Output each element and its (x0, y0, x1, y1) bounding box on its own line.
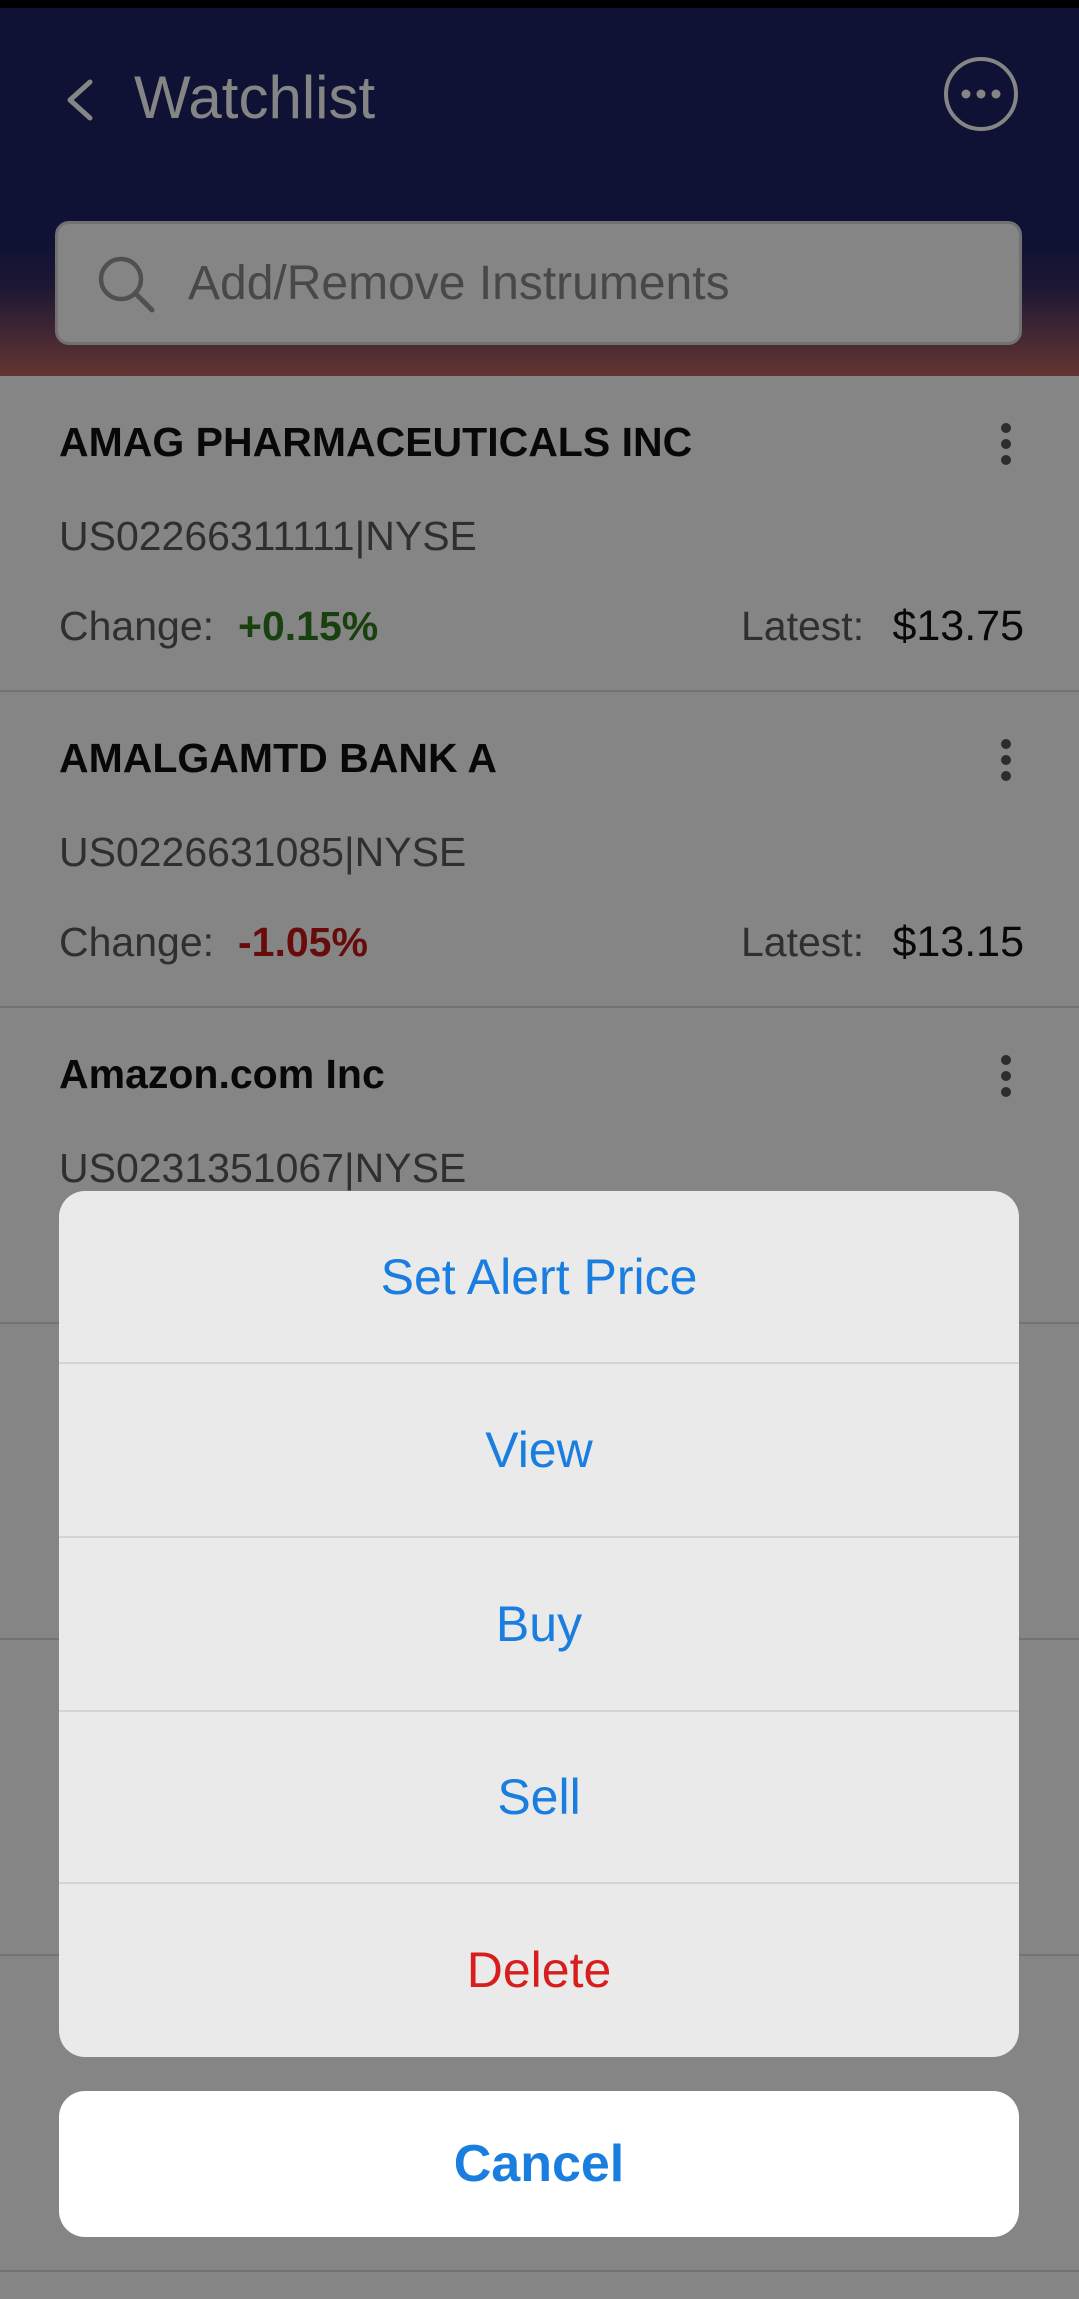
cancel-button[interactable]: Cancel (59, 2091, 1019, 2237)
buy-button[interactable]: Buy (59, 1538, 1019, 1710)
action-sheet: Set Alert Price View Buy Sell Delete (59, 1191, 1019, 2057)
sell-button[interactable]: Sell (59, 1712, 1019, 1882)
set-alert-price-button[interactable]: Set Alert Price (59, 1191, 1019, 1363)
delete-button[interactable]: Delete (59, 1884, 1019, 2057)
app-screen: Watchlist AMAG PHARMACEUTICALS INC (0, 0, 1079, 2299)
view-button[interactable]: View (59, 1364, 1019, 1536)
